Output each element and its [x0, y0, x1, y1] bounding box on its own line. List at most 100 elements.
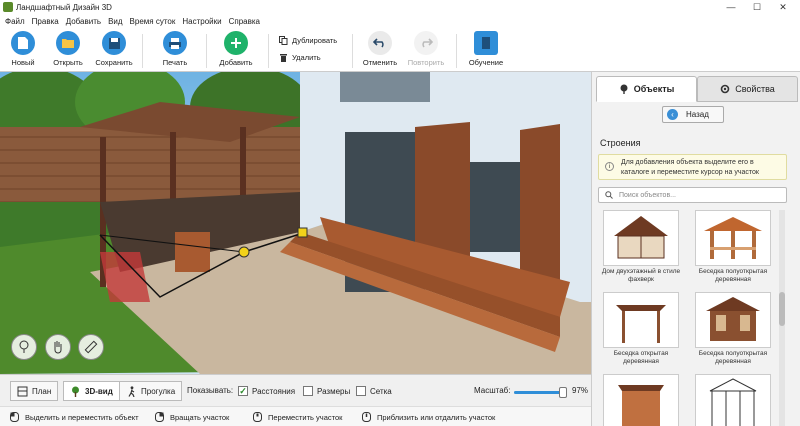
- plan-icon: [17, 386, 28, 396]
- scrollbar-thumb[interactable]: [779, 292, 785, 326]
- tree-icon: [620, 84, 628, 94]
- duplicate-button[interactable]: Дублировать: [279, 36, 337, 45]
- close-button[interactable]: ✕: [770, 0, 796, 14]
- info-icon: i: [605, 162, 614, 171]
- app-logo-icon: [3, 2, 13, 12]
- catalog-caption: Дом двухэтажный в стиле фахверк: [601, 268, 681, 283]
- tab-properties-label: Свойства: [735, 84, 775, 94]
- catalog-scrollbar[interactable]: [779, 210, 785, 426]
- sizes-label: Размеры: [317, 386, 351, 396]
- menu-time-of-day[interactable]: Время суток: [130, 17, 176, 26]
- menu-view[interactable]: Вид: [108, 17, 122, 26]
- status-zoom-text: Приблизить или отдалить участок: [377, 412, 496, 422]
- trash-icon: [280, 54, 287, 62]
- grid-checkbox-box[interactable]: [356, 386, 366, 396]
- add-button-label: Добавить: [219, 58, 253, 67]
- undo-button[interactable]: Отменить: [357, 31, 403, 67]
- 3d-view-label: 3D-вид: [85, 386, 113, 396]
- tab-objects-label: Объекты: [633, 84, 675, 94]
- mouse-left-icon: [10, 412, 19, 422]
- catalog-thumbnail: [695, 292, 771, 348]
- menu-help[interactable]: Справка: [229, 17, 260, 26]
- title-bar: Ландшафтный Дизайн 3D — ☐ ✕: [0, 0, 800, 14]
- catalog-item[interactable]: Дом двухэтажный в стиле фахверк: [598, 210, 684, 284]
- hand-tool-button[interactable]: [45, 334, 71, 360]
- minimize-button[interactable]: —: [718, 0, 744, 14]
- tree-tool-button[interactable]: [11, 334, 37, 360]
- back-arrow-icon: ‹: [667, 109, 678, 120]
- objects-panel: Объекты Свойства ‹ Назад Строения i Для …: [591, 72, 800, 426]
- maximize-button[interactable]: ☐: [744, 0, 770, 14]
- save-button[interactable]: Сохранить: [91, 31, 137, 67]
- learn-button[interactable]: Обучение: [463, 31, 509, 67]
- search-placeholder: Поиск объектов...: [619, 191, 676, 199]
- 3d-view-button[interactable]: 3D-вид: [63, 381, 120, 401]
- status-zoom: Приблизить или отдалить участок: [362, 412, 495, 422]
- printer-icon: [163, 31, 187, 55]
- sizes-checkbox-box[interactable]: [303, 386, 313, 396]
- status-move-text: Переместить участок: [268, 412, 343, 422]
- menu-add[interactable]: Добавить: [66, 17, 101, 26]
- redo-icon: [414, 31, 438, 55]
- add-button[interactable]: Добавить: [213, 31, 259, 67]
- floppy-icon: [102, 31, 126, 55]
- catalog-thumbnail: [603, 210, 679, 266]
- hint-box: i Для добавления объекта выделите его в …: [598, 154, 787, 180]
- scale-label: Масштаб:: [474, 386, 511, 395]
- walk-view-button[interactable]: Прогулка: [119, 381, 183, 401]
- open-button[interactable]: Открыть: [45, 31, 91, 67]
- toolbar-divider: [206, 34, 207, 68]
- grid-checkbox[interactable]: Сетка: [356, 386, 392, 396]
- status-rotate-text: Вращать участок: [170, 412, 230, 422]
- ruler-tool-button[interactable]: [78, 334, 104, 360]
- new-button-label: Новый: [11, 58, 35, 67]
- mouse-scroll-icon: [362, 412, 371, 422]
- catalog-thumbnail: [695, 210, 771, 266]
- back-button-label: Назад: [686, 110, 709, 119]
- menu-settings[interactable]: Настройки: [182, 17, 221, 26]
- search-field[interactable]: Поиск объектов...: [598, 187, 787, 203]
- status-select-text: Выделить и переместить объект: [25, 412, 139, 422]
- status-move: Переместить участок: [253, 412, 342, 422]
- toolbar-divider: [142, 34, 143, 68]
- gear-icon: [720, 84, 730, 94]
- scale-slider[interactable]: [514, 387, 567, 398]
- hint-text: Для добавления объекта выделите его в ка…: [621, 159, 759, 176]
- redo-button[interactable]: Повторить: [403, 31, 449, 67]
- grid-label: Сетка: [370, 386, 392, 396]
- new-button[interactable]: Новый: [0, 31, 46, 67]
- distances-checkbox[interactable]: ✓ Расстояния: [238, 386, 295, 396]
- scale-slider-handle[interactable]: [558, 387, 567, 398]
- delete-button[interactable]: Удалить: [279, 53, 321, 62]
- toolbar-divider: [456, 34, 457, 68]
- section-title: Строения: [600, 138, 641, 148]
- undo-icon: [368, 31, 392, 55]
- distances-checkbox-box[interactable]: ✓: [238, 386, 248, 396]
- learn-button-label: Обучение: [468, 58, 504, 67]
- catalog-item[interactable]: [690, 374, 776, 426]
- menu-file[interactable]: Файл: [5, 17, 25, 26]
- tab-properties[interactable]: Свойства: [697, 76, 798, 102]
- undo-button-label: Отменить: [362, 58, 398, 67]
- new-file-icon: [11, 31, 35, 55]
- tab-objects[interactable]: Объекты: [596, 76, 697, 102]
- catalog-thumbnail: [695, 374, 771, 426]
- scale-slider-fill: [514, 391, 563, 394]
- sizes-checkbox[interactable]: Размеры: [303, 386, 350, 396]
- hand-icon: [54, 341, 62, 354]
- back-button[interactable]: ‹ Назад: [662, 106, 724, 123]
- walk-view-label: Прогулка: [141, 386, 176, 396]
- print-button[interactable]: Печать: [152, 31, 198, 67]
- menu-edit[interactable]: Правка: [32, 17, 59, 26]
- toolbar-divider: [268, 34, 269, 68]
- plan-view-button[interactable]: План: [10, 381, 59, 401]
- catalog-item[interactable]: [598, 374, 684, 426]
- catalog-item[interactable]: Беседка открытая деревянная: [598, 292, 684, 366]
- window-controls: — ☐ ✕: [718, 0, 796, 14]
- catalog-item[interactable]: Беседка полуоткрытая деревянная: [690, 292, 776, 366]
- catalog-item[interactable]: Беседка полуоткрытая деревянная: [690, 210, 776, 284]
- toolbar-divider: [352, 34, 353, 68]
- 3d-viewport[interactable]: [0, 72, 591, 374]
- ruler-icon: [84, 340, 98, 354]
- status-bar: Выделить и переместить объект Вращать уч…: [0, 406, 591, 426]
